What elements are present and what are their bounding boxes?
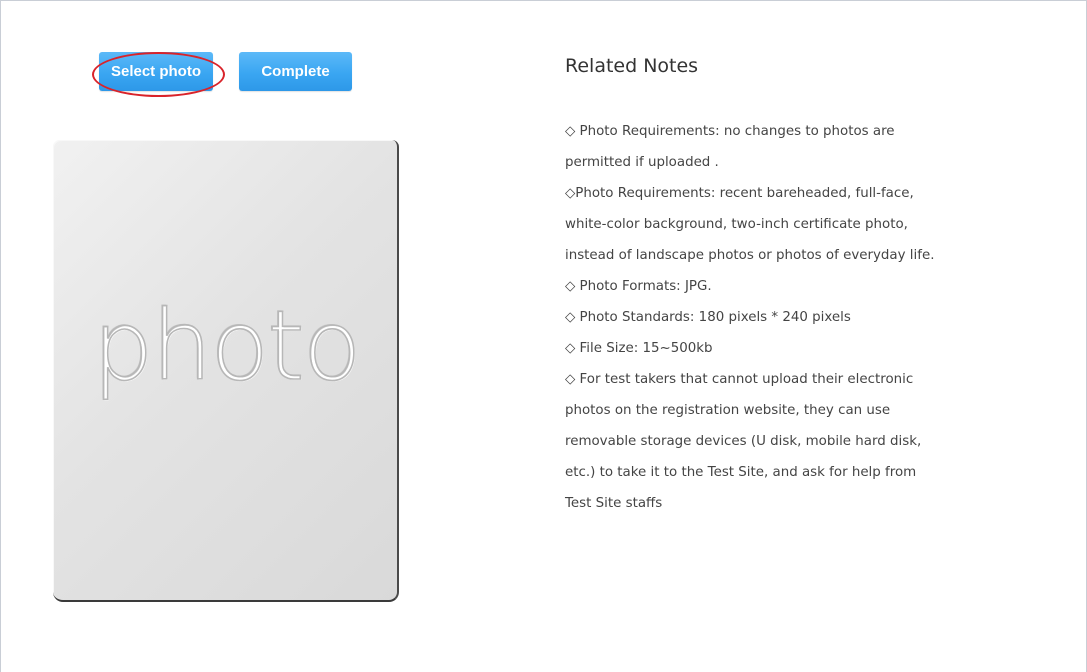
note-line: ◇ Photo Standards: 180 pixels * 240 pixe… — [565, 310, 851, 325]
notes-title: Related Notes — [565, 55, 699, 77]
note-line: permitted if uploaded . — [565, 155, 719, 170]
complete-button[interactable]: Complete — [239, 52, 352, 91]
related-notes: Related Notes ◇ Photo Requirements: no c… — [565, 51, 1065, 511]
photo-preview: photo — [53, 140, 399, 602]
note-line: ◇ Photo Requirements: no changes to phot… — [565, 124, 895, 139]
note-line: white-color background, two-inch certifi… — [565, 217, 908, 232]
note-line: Test Site staffs — [565, 496, 663, 511]
notes-list: ◇ Photo Requirements: no changes to phot… — [565, 116, 934, 519]
note-line: photos on the registration website, they… — [565, 403, 891, 418]
note-line: ◇Photo Requirements: recent bareheaded, … — [565, 186, 914, 201]
note-line: etc.) to take it to the Test Site, and a… — [565, 465, 917, 480]
upload-panel: Select photo Complete photo Related Note… — [0, 0, 1087, 672]
note-line: instead of landscape photos or photos of… — [565, 248, 935, 263]
note-line: ◇ Photo Formats: JPG. — [565, 279, 712, 294]
note-line: ◇ File Size: 15~500kb — [565, 341, 713, 356]
photo-placeholder-text: photo — [92, 289, 362, 403]
note-line: removable storage devices (U disk, mobil… — [565, 434, 922, 449]
select-photo-button[interactable]: Select photo — [99, 52, 213, 91]
note-line: ◇ For test takers that cannot upload the… — [565, 372, 914, 387]
